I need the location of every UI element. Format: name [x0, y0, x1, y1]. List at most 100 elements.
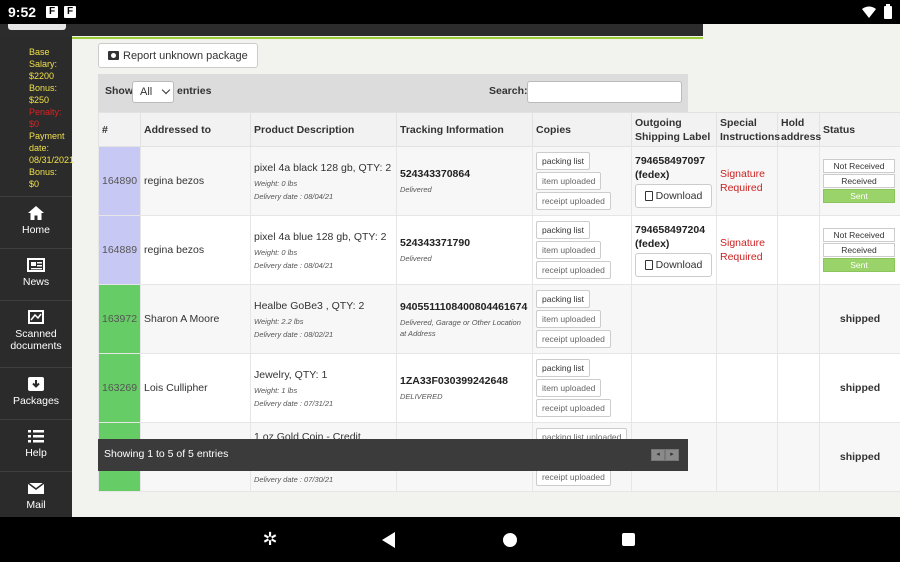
- sidebar-item-mail[interactable]: Mail: [0, 471, 72, 517]
- report-unknown-package-button[interactable]: Report unknown package: [98, 43, 258, 68]
- download-button[interactable]: Download: [635, 253, 712, 277]
- tracking-status: Delivered, Garage or Other Location at A…: [400, 317, 521, 338]
- product-weight: Weight: 0 lbs: [254, 178, 298, 188]
- sidebar-item-label: Help: [25, 447, 47, 459]
- table-footer: Showing 1 to 5 of 5 entries ◂ ▸: [98, 439, 688, 471]
- salary-line: 08/31/2021: [29, 155, 75, 165]
- chevron-down-icon: [161, 85, 171, 95]
- column-header[interactable]: Status: [819, 112, 900, 147]
- copy-button[interactable]: receipt uploaded: [536, 261, 611, 279]
- column-header[interactable]: Addressed to: [140, 112, 251, 147]
- copy-button[interactable]: packing list: [536, 359, 591, 377]
- package-id: 164890: [98, 146, 141, 216]
- sidebar-item-help[interactable]: Help: [0, 419, 72, 471]
- copy-button[interactable]: packing list: [536, 152, 591, 170]
- hold-address: [777, 353, 820, 423]
- tracking-number[interactable]: 9405511108400804461674: [400, 300, 529, 314]
- status-sent-button[interactable]: Sent: [823, 189, 895, 203]
- copies: packing list item uploaded receipt uploade…: [532, 215, 632, 285]
- table-controls: Show All entries Search:: [98, 74, 688, 112]
- salary-info: Base Salary: $2200 Bonus: $250 Penalty: $0 Paym…: [0, 46, 75, 190]
- column-header[interactable]: Tracking Information: [396, 112, 533, 147]
- copy-button[interactable]: item uploaded: [536, 172, 602, 190]
- tracking-number[interactable]: 524343370864: [400, 167, 529, 181]
- tracking-number[interactable]: 1ZA33F030399242648: [400, 374, 529, 388]
- special-instructions: Signature Required: [716, 146, 778, 216]
- entries-label: entries: [177, 85, 212, 97]
- copies: packing list item uploaded receipt uploade…: [532, 284, 632, 354]
- copy-button[interactable]: item uploaded: [536, 241, 602, 259]
- copy-button[interactable]: packing list: [536, 290, 591, 308]
- copy-button[interactable]: item uploaded: [536, 310, 602, 328]
- copy-button[interactable]: item uploaded: [536, 379, 602, 397]
- status: shipped: [819, 353, 900, 423]
- back-button[interactable]: [382, 532, 395, 548]
- status-received-button[interactable]: Received: [823, 243, 895, 257]
- tracking-status: Delivered: [400, 185, 432, 194]
- status-not-received-button[interactable]: Not Received: [823, 228, 895, 242]
- news-icon: [27, 258, 45, 272]
- salary-line: Bonus:: [29, 83, 58, 93]
- help-list-icon: [28, 430, 44, 443]
- facebook-notification-icon: F: [64, 6, 77, 18]
- sidebar-item-packages[interactable]: Packages: [0, 367, 72, 419]
- shipping-number: 794658497097: [635, 155, 706, 167]
- column-header[interactable]: Product Description: [250, 112, 397, 147]
- show-label: Show: [105, 85, 133, 97]
- sidebar-item-label: Home: [21, 224, 50, 236]
- home-icon: [28, 206, 44, 220]
- mail-icon: [27, 482, 45, 494]
- column-header[interactable]: Special Instructions: [716, 112, 780, 147]
- copies: packing list item uploaded receipt uploade…: [532, 146, 632, 216]
- addressed-to: Lois Cullipher: [140, 353, 251, 423]
- sidebar-item-home[interactable]: Home: [0, 196, 72, 248]
- column-header[interactable]: Outgoing Shipping Label: [631, 112, 717, 147]
- product-description: Healbe GoBe3 , QTY: 2 Weight: 2.2 lbs De…: [250, 284, 397, 354]
- sidebar-item-scanned-documents[interactable]: Scanned documents: [0, 300, 72, 367]
- status-sent-button[interactable]: Sent: [823, 258, 895, 272]
- packages-icon: [28, 377, 44, 391]
- copy-button[interactable]: packing list: [536, 221, 591, 239]
- status-not-received-button[interactable]: Not Received: [823, 159, 895, 173]
- search-input[interactable]: [527, 81, 682, 103]
- column-header[interactable]: Hold address: [777, 112, 821, 147]
- salary-line: $2200: [29, 71, 55, 81]
- sidebar-item-label: Mail: [26, 499, 46, 511]
- column-header[interactable]: Copies: [532, 112, 632, 147]
- delivery-date: Delivery date : 07/31/21: [254, 398, 334, 408]
- pdf-file-icon: [644, 260, 653, 270]
- hold-address: [777, 146, 820, 216]
- download-label: Download: [655, 259, 703, 271]
- product-weight: Weight: 1 lbs: [254, 385, 298, 395]
- table-row[interactable]: 163269 Lois Cullipher Jewelry, QTY: 1 Wei…: [98, 353, 900, 423]
- hold-address: [777, 284, 820, 354]
- outgoing-shipping-label: [631, 284, 717, 354]
- shipping-carrier: (fedex): [635, 169, 670, 181]
- table-row[interactable]: 164889 regina bezos pixel 4a blue 128 gb,…: [98, 215, 900, 285]
- salary-line: $0: [29, 119, 40, 129]
- copy-button[interactable]: receipt uploaded: [536, 192, 611, 210]
- table-row[interactable]: 163972 Sharon A Moore Healbe GoBe3 , QTY:…: [98, 284, 900, 354]
- sidebar-item-news[interactable]: News: [0, 248, 72, 300]
- product-name: Healbe GoBe3 , QTY: 2: [254, 299, 365, 312]
- packages-table: # Addressed to Product Description Tracking…: [98, 112, 900, 492]
- recents-button[interactable]: [622, 533, 635, 546]
- tracking-information: 524343370864 Delivered: [396, 146, 533, 216]
- table-row[interactable]: 164890 regina bezos pixel 4a black 128 gb…: [98, 146, 900, 216]
- download-button[interactable]: Download: [635, 184, 712, 208]
- shipping-number: 794658497204: [635, 224, 706, 236]
- tracking-status: Delivered: [400, 254, 432, 263]
- tracking-number[interactable]: 524343371790: [400, 236, 529, 250]
- copy-button[interactable]: receipt uploaded: [536, 330, 611, 348]
- status: Not Received Received Sent: [819, 146, 900, 216]
- next-page-button[interactable]: ▸: [665, 449, 679, 461]
- assistant-icon[interactable]: ✲: [262, 530, 278, 548]
- home-button[interactable]: [503, 533, 517, 547]
- entries-select[interactable]: All: [132, 81, 174, 103]
- status-received-button[interactable]: Received: [823, 174, 895, 188]
- copy-button[interactable]: receipt uploaded: [536, 399, 611, 417]
- column-header[interactable]: #: [98, 112, 141, 147]
- table-info: Showing 1 to 5 of 5 entries: [104, 448, 229, 460]
- hold-address: [777, 422, 820, 492]
- previous-page-button[interactable]: ◂: [651, 449, 665, 461]
